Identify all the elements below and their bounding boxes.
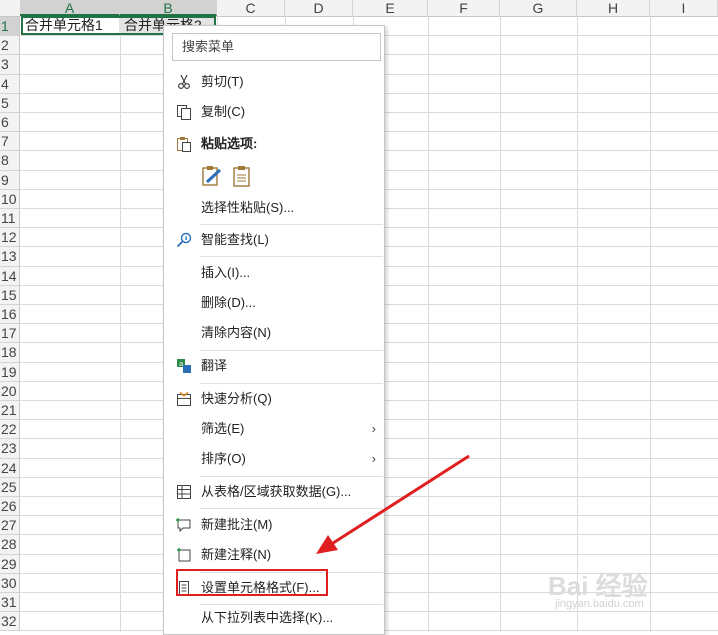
watermark-url: jingyan.baidu.com [555,598,644,610]
annotation-arrow [316,454,470,554]
